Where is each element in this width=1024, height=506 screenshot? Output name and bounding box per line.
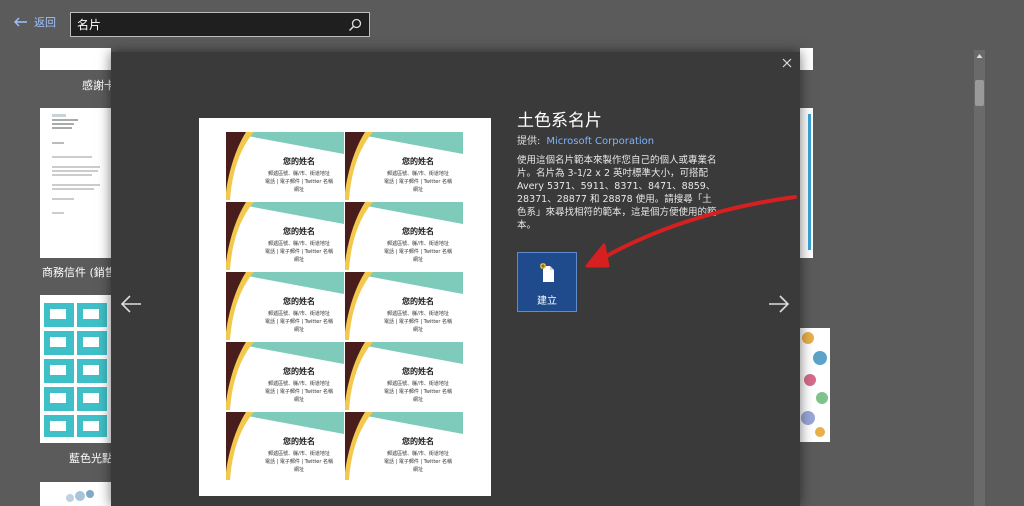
blue-dots-preview bbox=[44, 303, 107, 437]
business-card: 您的姓名郵遞區號、縣/市、街道地址 電話 | 電子郵件 | Twitter 名稱網… bbox=[345, 202, 463, 270]
card-address: 郵遞區號、縣/市、街道地址 bbox=[387, 311, 449, 317]
template-thumbnail-right-2[interactable] bbox=[800, 108, 813, 258]
template-label: 藍色光點名 bbox=[69, 452, 111, 465]
card-address: 郵遞區號、縣/市、街道地址 bbox=[268, 381, 330, 387]
card-name: 您的姓名 bbox=[283, 157, 315, 166]
card-contact: 電話 | 電子郵件 | Twitter 名稱 bbox=[383, 319, 453, 325]
template-thumbnail-right-3[interactable] bbox=[800, 328, 830, 442]
create-label: 建立 bbox=[537, 296, 557, 307]
template-preview-dialog: 您的姓名 郵遞區號、縣/市、街道地址 電話 | 電子郵件 | Twitter 名稱網… bbox=[111, 52, 800, 506]
card-contact: 電話 | 電子郵件 | Twitter 名稱 bbox=[264, 249, 334, 255]
template-thumbnail-thank-you[interactable] bbox=[40, 48, 111, 70]
business-card: 您的姓名郵遞區號、縣/市、街道地址 電話 | 電子郵件 | Twitter 名稱網… bbox=[226, 132, 344, 200]
back-label: 返回 bbox=[34, 16, 56, 29]
card-contact: 電話 | 電子郵件 | Twitter 名稱 bbox=[264, 389, 334, 395]
new-document-icon bbox=[540, 263, 554, 282]
arrow-left-icon bbox=[14, 17, 27, 27]
scroll-up-icon[interactable] bbox=[976, 52, 983, 60]
card-name: 您的姓名 bbox=[402, 367, 434, 376]
template-title: 土色系名片 bbox=[517, 111, 602, 131]
card-name: 您的姓名 bbox=[283, 367, 315, 376]
card-address: 郵遞區號、縣/市、街道地址 bbox=[268, 451, 330, 457]
card-name: 您的姓名 bbox=[402, 297, 434, 306]
card-contact: 電話 | 電子郵件 | Twitter 名稱 bbox=[383, 389, 453, 395]
letter-preview bbox=[52, 114, 100, 214]
card-name: 您的姓名 bbox=[402, 227, 434, 236]
template-thumbnail-business-letter[interactable] bbox=[40, 108, 111, 258]
template-thumbnail-right-1[interactable] bbox=[800, 48, 813, 70]
balloon-preview bbox=[66, 490, 94, 502]
provider-link[interactable]: Microsoft Corporation bbox=[546, 136, 654, 147]
card-website: 網址 bbox=[412, 257, 423, 263]
business-card: 您的姓名郵遞區號、縣/市、街道地址 電話 | 電子郵件 | Twitter 名稱網… bbox=[345, 132, 463, 200]
card-contact: 電話 | 電子郵件 | Twitter 名稱 bbox=[383, 179, 453, 185]
business-card: 您的姓名郵遞區號、縣/市、街道地址 電話 | 電子郵件 | Twitter 名稱網… bbox=[226, 272, 344, 340]
card-website: 網址 bbox=[293, 327, 304, 333]
scrollbar-track[interactable] bbox=[974, 50, 985, 506]
card-website: 網址 bbox=[293, 257, 304, 263]
scrollbar-thumb[interactable] bbox=[975, 80, 984, 106]
blue-strip bbox=[808, 114, 811, 250]
card-address: 郵遞區號、縣/市、街道地址 bbox=[268, 311, 330, 317]
search-input[interactable] bbox=[77, 17, 347, 32]
card-address: 郵遞區號、縣/市、街道地址 bbox=[387, 171, 449, 177]
provider-label: 提供: bbox=[517, 136, 541, 147]
business-card: 您的姓名郵遞區號、縣/市、街道地址 電話 | 電子郵件 | Twitter 名稱網… bbox=[226, 342, 344, 410]
business-card: 您的姓名郵遞區號、縣/市、街道地址 電話 | 電子郵件 | Twitter 名稱網… bbox=[226, 202, 344, 270]
card-website: 網址 bbox=[412, 187, 423, 193]
provider-info: 提供: Microsoft Corporation bbox=[517, 132, 654, 147]
create-button[interactable]: 建立 bbox=[517, 252, 577, 312]
card-address: 郵遞區號、縣/市、街道地址 bbox=[268, 241, 330, 247]
card-address: 郵遞區號、縣/市、街道地址 bbox=[387, 381, 449, 387]
previous-arrow-icon[interactable] bbox=[119, 292, 143, 316]
card-website: 網址 bbox=[412, 327, 423, 333]
card-contact: 電話 | 電子郵件 | Twitter 名稱 bbox=[264, 179, 334, 185]
card-website: 網址 bbox=[293, 187, 304, 193]
business-card: 您的姓名郵遞區號、縣/市、街道地址 電話 | 電子郵件 | Twitter 名稱網… bbox=[345, 412, 463, 480]
card-address: 郵遞區號、縣/市、街道地址 bbox=[387, 451, 449, 457]
card-contact: 電話 | 電子郵件 | Twitter 名稱 bbox=[264, 459, 334, 465]
business-card: 您的姓名郵遞區號、縣/市、街道地址 電話 | 電子郵件 | Twitter 名稱網… bbox=[226, 412, 344, 480]
card-contact: 電話 | 電子郵件 | Twitter 名稱 bbox=[383, 459, 453, 465]
search-icon[interactable] bbox=[347, 17, 363, 33]
card-website: 網址 bbox=[412, 397, 423, 403]
card-name: 您的姓名 bbox=[283, 437, 315, 446]
business-card: 您的姓名郵遞區號、縣/市、街道地址 電話 | 電子郵件 | Twitter 名稱網… bbox=[345, 272, 463, 340]
card-website: 網址 bbox=[412, 467, 423, 473]
card-name: 您的姓名 bbox=[402, 437, 434, 446]
card-name: 您的姓名 bbox=[283, 297, 315, 306]
card-website: 網址 bbox=[293, 397, 304, 403]
business-card: 您的姓名郵遞區號、縣/市、街道地址 電話 | 電子郵件 | Twitter 名稱網… bbox=[345, 342, 463, 410]
template-preview-image: 您的姓名 郵遞區號、縣/市、街道地址 電話 | 電子郵件 | Twitter 名稱網… bbox=[199, 118, 491, 496]
close-icon[interactable] bbox=[780, 56, 794, 70]
card-contact: 電話 | 電子郵件 | Twitter 名稱 bbox=[383, 249, 453, 255]
card-website: 網址 bbox=[293, 467, 304, 473]
template-description: 使用這個名片範本來製作您自己的個人或專業名片。名片為 3-1/2 x 2 英吋標… bbox=[517, 155, 717, 231]
card-address: 郵遞區號、縣/市、街道地址 bbox=[268, 171, 330, 177]
template-thumbnail-balloons[interactable] bbox=[40, 482, 111, 506]
card-contact: 電話 | 電子郵件 | Twitter 名稱 bbox=[264, 319, 334, 325]
search-box[interactable] bbox=[70, 12, 370, 37]
template-thumbnail-blue-dots[interactable] bbox=[40, 295, 111, 443]
card-name: 您的姓名 bbox=[402, 157, 434, 166]
watercolor-preview bbox=[801, 332, 828, 437]
card-name: 您的姓名 bbox=[283, 227, 315, 236]
template-label: 商務信件 (銷售額 bbox=[42, 266, 111, 279]
back-button[interactable]: 返回 bbox=[14, 14, 56, 30]
card-address: 郵遞區號、縣/市、街道地址 bbox=[387, 241, 449, 247]
next-arrow-icon[interactable] bbox=[767, 292, 791, 316]
